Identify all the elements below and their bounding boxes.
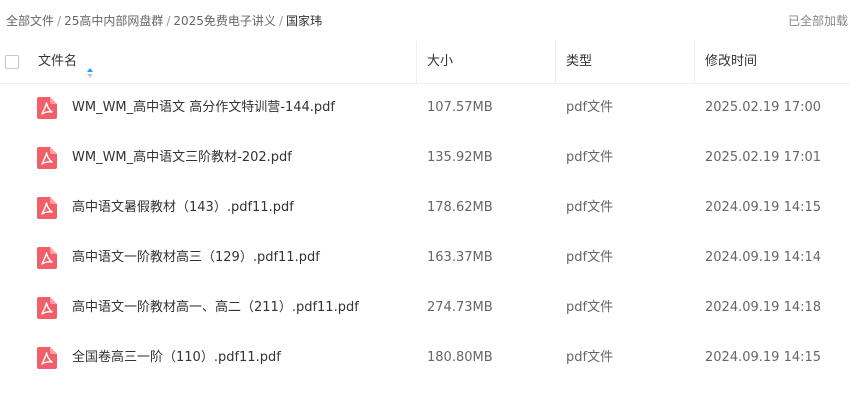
pdf-file-icon <box>37 297 57 319</box>
pdf-file-icon <box>37 97 57 119</box>
file-name[interactable]: 高中语文一阶教材高三（129）.pdf11.pdf <box>72 233 320 283</box>
file-modified-time: 2024.09.19 14:18 <box>705 300 822 315</box>
breadcrumb-item-all-files[interactable]: 全部文件 <box>6 14 54 28</box>
column-header-type[interactable]: 类型 <box>566 41 592 83</box>
file-name[interactable]: 高中语文暑假教材（143）.pdf11.pdf <box>72 183 294 233</box>
breadcrumb-item-current: 国家玮 <box>285 14 322 28</box>
file-size: 274.73MB <box>427 300 493 315</box>
file-size: 163.37MB <box>427 250 493 265</box>
column-header-name[interactable]: 文件名 <box>38 41 94 83</box>
file-modified-time: 2024.09.19 14:15 <box>705 350 822 365</box>
breadcrumb-bar: 全部文件/25高中内部网盘群/2025免费电子讲义 / 国家玮 已全部加载 <box>0 0 850 40</box>
column-divider <box>555 41 556 83</box>
breadcrumb-separator: / <box>278 14 283 28</box>
file-type: pdf文件 <box>566 250 614 265</box>
breadcrumb: 全部文件/25高中内部网盘群/2025免费电子讲义 / 国家玮 <box>6 12 322 29</box>
table-row[interactable]: 高中语文暑假教材（143）.pdf11.pdf 178.62MB pdf文件 2… <box>0 183 850 233</box>
file-name[interactable]: WM_WM_高中语文 高分作文特训营-144.pdf <box>72 83 335 133</box>
file-type: pdf文件 <box>566 200 614 215</box>
breadcrumb-item-group[interactable]: 25高中内部网盘群 <box>64 14 163 28</box>
file-type: pdf文件 <box>566 350 614 365</box>
file-size: 107.57MB <box>427 100 493 115</box>
column-divider <box>416 41 417 83</box>
pdf-file-icon <box>37 247 57 269</box>
file-size: 180.80MB <box>427 350 493 365</box>
table-row[interactable]: WM_WM_高中语文 高分作文特训营-144.pdf 107.57MB pdf文… <box>0 83 850 133</box>
column-header-modified[interactable]: 修改时间 <box>705 41 757 83</box>
table-row[interactable]: WM_WM_高中语文三阶教材-202.pdf 135.92MB pdf文件 20… <box>0 133 850 183</box>
loaded-status: 已全部加载 <box>788 14 849 28</box>
table-row[interactable]: 全国卷高三一阶（110）.pdf11.pdf 180.80MB pdf文件 20… <box>0 333 850 383</box>
file-type: pdf文件 <box>566 150 614 165</box>
breadcrumb-separator: / <box>57 14 62 28</box>
table-row[interactable]: 高中语文一阶教材高一、高二（211）.pdf11.pdf 274.73MB pd… <box>0 283 850 333</box>
column-header-name-label: 文件名 <box>38 54 78 69</box>
file-modified-time: 2025.02.19 17:01 <box>705 150 822 165</box>
file-size: 135.92MB <box>427 150 493 165</box>
file-name[interactable]: 全国卷高三一阶（110）.pdf11.pdf <box>72 333 281 383</box>
file-type: pdf文件 <box>566 100 614 115</box>
file-modified-time: 2025.02.19 17:00 <box>705 100 822 115</box>
select-all-checkbox[interactable] <box>5 55 19 69</box>
file-size: 178.62MB <box>427 200 493 215</box>
file-list-page: 全部文件/25高中内部网盘群/2025免费电子讲义 / 国家玮 已全部加载 文件名 … <box>0 0 850 404</box>
pdf-file-icon <box>37 147 57 169</box>
column-divider <box>694 41 695 83</box>
breadcrumb-separator: / <box>166 14 171 28</box>
breadcrumb-item-folder[interactable]: 2025免费电子讲义 <box>173 14 276 28</box>
column-header-size[interactable]: 大小 <box>427 41 453 83</box>
file-modified-time: 2024.09.19 14:15 <box>705 200 822 215</box>
pdf-file-icon <box>37 347 57 369</box>
file-name[interactable]: WM_WM_高中语文三阶教材-202.pdf <box>72 133 292 183</box>
file-name[interactable]: 高中语文一阶教材高一、高二（211）.pdf11.pdf <box>72 283 359 333</box>
pdf-file-icon <box>37 197 57 219</box>
table-row[interactable]: 高中语文一阶教材高三（129）.pdf11.pdf 163.37MB pdf文件… <box>0 233 850 283</box>
table-header: 文件名 大小 类型 修改时间 <box>0 41 850 84</box>
file-type: pdf文件 <box>566 300 614 315</box>
file-modified-time: 2024.09.19 14:14 <box>705 250 822 265</box>
sort-arrow-icon[interactable] <box>87 55 94 78</box>
